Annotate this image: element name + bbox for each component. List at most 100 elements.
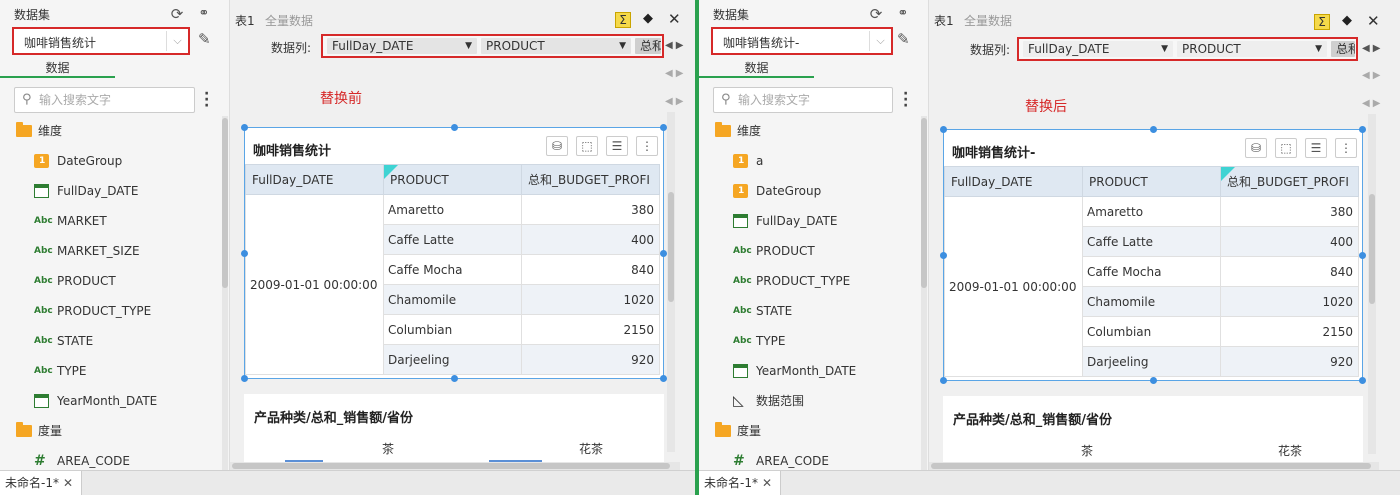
edit-icon[interactable]: ✎ — [897, 30, 915, 48]
resize-handle[interactable] — [940, 377, 947, 384]
refresh-icon[interactable]: ⟳ — [867, 5, 885, 23]
chevron-down-icon[interactable]: ⌵ — [869, 31, 891, 51]
resize-handle[interactable] — [660, 375, 667, 382]
sheet-tab[interactable]: 未命名-1* ✕ — [699, 471, 781, 495]
more-vertical-icon[interactable]: · · · — [903, 87, 908, 113]
resize-handle[interactable] — [1359, 377, 1366, 384]
edit-icon[interactable]: ✎ — [198, 30, 216, 48]
database-icon[interactable]: ⛁ — [546, 136, 568, 156]
resize-handle[interactable] — [241, 375, 248, 382]
tree-item[interactable]: Abc STATE — [0, 326, 220, 356]
tab-full-data[interactable]: 全量数据 — [964, 12, 1012, 29]
canvas-horizontal-scrollbar[interactable] — [230, 462, 680, 470]
tree-item[interactable]: YearMonth_DATE — [0, 386, 220, 416]
resize-handle[interactable] — [940, 126, 947, 133]
more-vertical-icon[interactable]: ⋮ — [636, 136, 658, 156]
tab-table1[interactable]: 表1 — [934, 12, 954, 29]
column-header[interactable]: PRODUCT — [383, 164, 522, 195]
sidebar-scrollbar[interactable] — [222, 116, 228, 470]
dataset-select[interactable]: 咖啡销售统计 ⌵ — [12, 27, 190, 55]
resize-handle[interactable] — [660, 250, 667, 257]
close-icon[interactable]: ✕ — [1367, 12, 1380, 30]
column-header[interactable]: FullDay_DATE — [944, 166, 1083, 197]
column-field[interactable]: PRODUCT ▼ — [481, 38, 631, 54]
canvas-vertical-scrollbar[interactable] — [667, 112, 675, 452]
column-field[interactable]: FullDay_DATE ▼ — [327, 38, 477, 54]
dataset-select[interactable]: 咖啡销售统计- ⌵ — [711, 27, 893, 55]
column-field[interactable]: 总和 — [1331, 41, 1355, 57]
tree-item[interactable]: FullDay_DATE — [0, 176, 220, 206]
tab-full-data[interactable]: 全量数据 — [265, 12, 313, 29]
close-icon[interactable]: ✕ — [63, 471, 73, 495]
column-header[interactable]: 总和_BUDGET_PROFI — [521, 164, 660, 195]
tree-item[interactable]: Abc PRODUCT_TYPE — [699, 266, 919, 296]
link-rings-icon[interactable]: ⚭ — [894, 5, 912, 23]
list-icon[interactable]: ☰ — [1305, 138, 1327, 158]
tree-item[interactable]: DateGroup — [0, 146, 220, 176]
scroll-arrows-icon[interactable]: ◀▶ — [1362, 70, 1383, 81]
scroll-arrows-icon[interactable]: ◀▶ — [665, 40, 686, 51]
scroll-arrows-icon[interactable]: ◀▶ — [665, 68, 686, 79]
refresh-icon[interactable]: ⟳ — [168, 5, 186, 23]
tree-item[interactable]: Abc TYPE — [0, 356, 220, 386]
sigma-icon[interactable]: Σ — [1314, 14, 1330, 30]
resize-handle[interactable] — [1150, 377, 1157, 384]
close-icon[interactable]: ✕ — [762, 471, 772, 495]
eraser-icon[interactable]: ◆ — [643, 11, 653, 26]
tree-folder-dimensions[interactable]: 维度 — [0, 116, 220, 146]
tree-item[interactable]: YearMonth_DATE — [699, 356, 919, 386]
column-header[interactable]: FullDay_DATE — [245, 164, 384, 195]
chart-widget[interactable]: 产品种类/总和_销售额/省份 茶 花茶 — [943, 396, 1363, 465]
tree-item[interactable]: Abc TYPE — [699, 326, 919, 356]
resize-handle[interactable] — [241, 124, 248, 131]
tree-item[interactable]: ◺ 数据范围 — [699, 386, 919, 416]
column-field[interactable]: FullDay_DATE ▼ — [1023, 41, 1173, 57]
resize-handle[interactable] — [1359, 126, 1366, 133]
tree-item[interactable]: Abc PRODUCT_TYPE — [0, 296, 220, 326]
tree-item[interactable]: DateGroup — [699, 176, 919, 206]
tree-item[interactable]: Abc MARKET — [0, 206, 220, 236]
eraser-icon[interactable]: ◆ — [1342, 13, 1352, 28]
resize-handle[interactable] — [1150, 126, 1157, 133]
close-icon[interactable]: ✕ — [668, 10, 681, 28]
sheet-tab[interactable]: 未命名-1* ✕ — [0, 471, 82, 495]
chart-widget[interactable]: 产品种类/总和_销售额/省份 茶 花茶 — [244, 394, 664, 464]
tab-data[interactable]: 数据 — [0, 58, 115, 78]
search-box[interactable]: ⚲ — [713, 87, 893, 113]
resize-handle[interactable] — [241, 250, 248, 257]
select-cursor-icon[interactable]: ⬚ — [576, 136, 598, 156]
select-cursor-icon[interactable]: ⬚ — [1275, 138, 1297, 158]
scroll-arrows-icon[interactable]: ◀▶ — [1362, 98, 1383, 109]
tree-item[interactable]: a — [699, 146, 919, 176]
database-icon[interactable]: ⛁ — [1245, 138, 1267, 158]
search-box[interactable]: ⚲ — [14, 87, 195, 113]
resize-handle[interactable] — [940, 252, 947, 259]
more-vertical-icon[interactable]: ⋮ — [1335, 138, 1357, 158]
tree-folder-measures[interactable]: 度量 — [699, 416, 919, 446]
more-vertical-icon[interactable]: · · · — [204, 87, 209, 113]
tree-item[interactable]: Abc STATE — [699, 296, 919, 326]
scroll-arrows-icon[interactable]: ◀▶ — [665, 96, 686, 107]
resize-handle[interactable] — [1359, 252, 1366, 259]
table-widget[interactable]: 咖啡销售统计- ⛁ ⬚ ☰ ⋮ FullDay_DATE PRODUCT 总和_… — [940, 126, 1366, 384]
resize-handle[interactable] — [451, 124, 458, 131]
column-header[interactable]: PRODUCT — [1082, 166, 1221, 197]
canvas-vertical-scrollbar[interactable] — [1368, 114, 1376, 454]
tree-item[interactable]: Abc PRODUCT — [699, 236, 919, 266]
resize-handle[interactable] — [451, 375, 458, 382]
search-input[interactable] — [738, 92, 888, 108]
sidebar-scrollbar[interactable] — [921, 116, 927, 470]
column-header[interactable]: 总和_BUDGET_PROFI — [1220, 166, 1359, 197]
chevron-down-icon[interactable]: ⌵ — [166, 31, 188, 51]
tab-table1[interactable]: 表1 — [235, 12, 255, 29]
column-field[interactable]: 总和 — [635, 38, 661, 54]
tree-folder-dimensions[interactable]: 维度 — [699, 116, 919, 146]
sigma-icon[interactable]: Σ — [615, 12, 631, 28]
tab-data[interactable]: 数据 — [699, 58, 814, 78]
tree-folder-measures[interactable]: 度量 — [0, 416, 220, 446]
tree-item[interactable]: Abc PRODUCT — [0, 266, 220, 296]
list-icon[interactable]: ☰ — [606, 136, 628, 156]
scroll-arrows-icon[interactable]: ◀▶ — [1362, 43, 1383, 54]
tree-item[interactable]: Abc MARKET_SIZE — [0, 236, 220, 266]
resize-handle[interactable] — [660, 124, 667, 131]
